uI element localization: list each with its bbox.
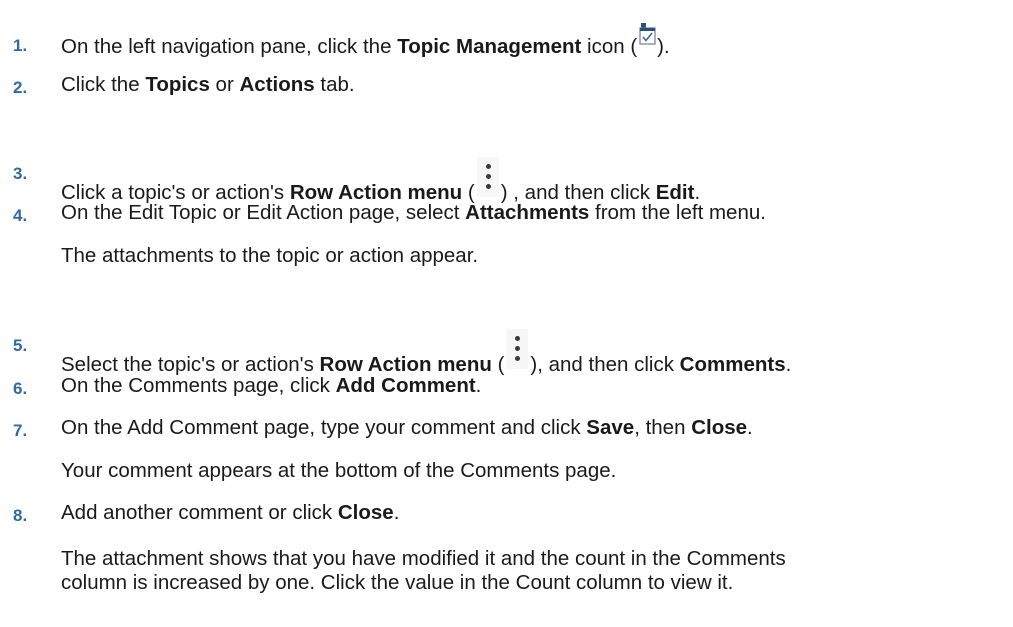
step-4-result: The attachments to the topic or action a… — [61, 244, 479, 267]
step-5-text: Select the topic's or action's Row Actio… — [61, 329, 791, 377]
step-8-result-line-1: The attachment shows that you have modif… — [61, 547, 786, 570]
ui-term: Topic Management — [397, 35, 582, 58]
step-7-text: On the Add Comment page, type your comme… — [61, 416, 753, 439]
step-number: 1. — [13, 36, 28, 55]
ui-term: Close — [691, 416, 748, 439]
ui-term: Row Action menu — [319, 353, 492, 376]
ui-term: Comments — [679, 353, 786, 376]
step-2-text: Click the Topics or Actions tab. — [61, 73, 355, 96]
step-8-result-line-2: column is increased by one. Click the va… — [61, 571, 734, 594]
kebab-menu-icon — [506, 329, 529, 369]
ui-term: Add Comment — [335, 374, 476, 397]
step-number: 8. — [13, 506, 28, 525]
ui-term: Close — [337, 501, 394, 524]
step-number: 4. — [13, 206, 28, 225]
ui-term: Attachments — [465, 201, 590, 224]
step-4-text: On the Edit Topic or Edit Action page, s… — [61, 201, 766, 224]
step-number: 2. — [13, 78, 28, 97]
ui-term: Actions — [239, 73, 315, 96]
step-number: 7. — [13, 421, 28, 440]
step-number: 6. — [13, 379, 28, 398]
kebab-menu-icon — [476, 157, 499, 197]
step-7-result: Your comment appears at the bottom of th… — [61, 459, 617, 482]
step-3-text: Click a topic's or action's Row Action m… — [61, 157, 700, 205]
ui-term: Save — [586, 416, 635, 439]
step-8-text: Add another comment or click Close. — [61, 501, 400, 524]
topic-management-icon — [638, 23, 656, 45]
step-6-text: On the Comments page, click Add Comment. — [61, 374, 482, 397]
step-number: 5. — [13, 336, 28, 355]
step-1-text: On the left navigation pane, click the T… — [61, 23, 670, 59]
step-number: 3. — [13, 164, 28, 183]
ui-term: Topics — [145, 73, 210, 96]
